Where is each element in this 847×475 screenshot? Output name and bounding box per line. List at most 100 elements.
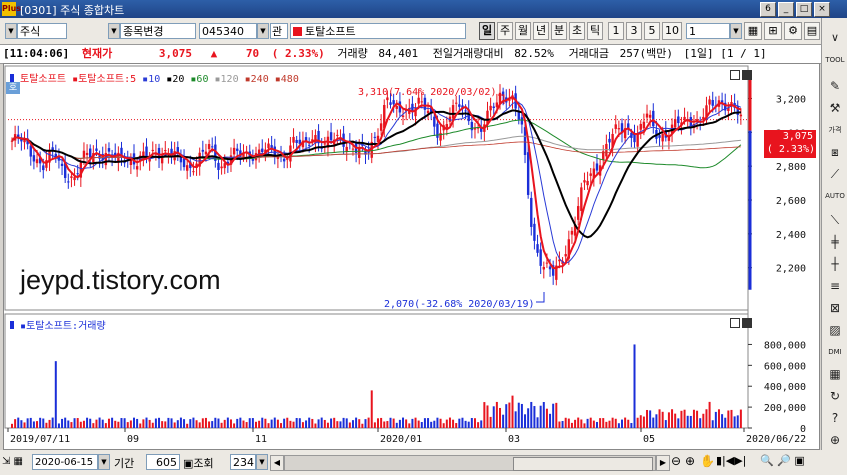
help-icon[interactable]: ? xyxy=(824,408,846,428)
view-dropdown-arrow[interactable]: ▼ xyxy=(256,454,268,470)
code-dropdown-arrow[interactable]: ▼ xyxy=(257,23,269,39)
maximize-button[interactable]: □ xyxy=(796,2,812,17)
dmi-icon[interactable]: DMI xyxy=(824,342,846,362)
candle-body xyxy=(395,106,398,109)
stock-name-field[interactable]: 토탈소프트 xyxy=(290,23,466,39)
volume-panel-minimize-icon[interactable] xyxy=(730,318,740,328)
period-year-button[interactable]: 년 xyxy=(533,22,549,40)
period-minute-button[interactable]: 분 xyxy=(551,22,567,40)
volume-bar xyxy=(183,419,186,428)
date-input[interactable]: 2020-06-15 xyxy=(32,454,98,470)
candle-body xyxy=(201,149,205,152)
chart-frame[interactable]: 3,2003,0002,8002,6002,4002,200800,000600… xyxy=(3,63,820,450)
volume-bar xyxy=(192,417,195,428)
volume-bar xyxy=(377,418,379,428)
count-input[interactable]: 1 xyxy=(686,23,730,39)
vertical-line-icon[interactable]: ┼ xyxy=(824,254,846,274)
x-axis-label: 03 xyxy=(508,434,520,445)
lock-icon[interactable]: ⊞ xyxy=(764,22,782,40)
zoom-out-icon[interactable]: ⊖ xyxy=(671,454,681,468)
fibonacci-icon[interactable]: ≡ xyxy=(824,276,846,296)
volume-bar xyxy=(577,417,580,428)
volume-tick-label: 200,000 xyxy=(764,403,806,414)
calendar-icon[interactable]: ⇲ ▦ xyxy=(2,454,30,470)
volume-bar xyxy=(439,418,442,428)
volume-bar xyxy=(208,421,211,428)
volume-bar xyxy=(248,418,251,428)
close-button[interactable]: × xyxy=(814,2,830,17)
number-1-button[interactable]: 1 xyxy=(608,22,624,40)
horizontal-line-icon[interactable]: ╪ xyxy=(824,232,846,252)
volume-bar xyxy=(639,415,642,428)
config-icon[interactable]: ▦ xyxy=(744,22,762,40)
wrench-icon[interactable]: ⚒ xyxy=(824,98,846,118)
count-dropdown-arrow[interactable]: ▼ xyxy=(730,23,742,39)
period-day-button[interactable]: 일 xyxy=(479,22,495,40)
period-tick-button[interactable]: 틱 xyxy=(587,22,603,40)
period-month-button[interactable]: 월 xyxy=(515,22,531,40)
volume-bar xyxy=(255,421,257,428)
candle-body xyxy=(135,166,139,170)
drawing-icon[interactable]: ⟋ xyxy=(824,164,846,184)
volume-bar xyxy=(730,409,733,428)
legend-ma5: ▪토탈소프트:5 xyxy=(72,74,137,85)
minimize-button[interactable]: _ xyxy=(778,2,794,17)
hand-icon[interactable]: ✋ xyxy=(700,454,715,468)
settings-gear-icon[interactable]: ⚙ xyxy=(784,22,802,40)
volume-bar xyxy=(736,415,739,428)
stock-code-input[interactable]: 045340 xyxy=(199,23,257,39)
period-week-button[interactable]: 주 xyxy=(497,22,513,40)
date-dropdown-arrow[interactable]: ▼ xyxy=(98,454,110,470)
chart-type-icon[interactable]: 호 xyxy=(6,82,20,94)
market-select[interactable]: 주식 xyxy=(17,23,67,39)
collapse-icon[interactable]: ∨ xyxy=(824,28,846,48)
quote-time: [11:04:06] xyxy=(3,47,70,60)
scroll-thumb[interactable] xyxy=(513,457,653,471)
candle-body xyxy=(185,165,189,171)
market-dropdown-arrow[interactable]: ▼ xyxy=(5,23,17,39)
number-3-button[interactable]: 3 xyxy=(626,22,642,40)
period-input[interactable]: 605 xyxy=(146,454,180,470)
magnifier-icons[interactable]: 🔍 🔎 ▣ xyxy=(760,454,805,467)
panel-minimize-icon[interactable] xyxy=(730,70,740,80)
box-icon[interactable]: ▨ xyxy=(824,320,846,340)
trend-line-icon[interactable]: ⟍ xyxy=(824,210,846,230)
volume-bar xyxy=(686,415,689,428)
candle-body xyxy=(492,106,495,108)
panel-close-icon[interactable] xyxy=(742,70,752,80)
grid-icon[interactable]: ▦ xyxy=(824,364,846,384)
number-10-button[interactable]: 10 xyxy=(662,22,682,40)
volume-bar xyxy=(402,417,405,428)
scroll-right-icon[interactable]: ▶ xyxy=(656,455,670,471)
window-number-button[interactable]: 6 xyxy=(760,2,776,17)
volume-bar xyxy=(11,423,13,428)
mode-select[interactable]: 종목변경 xyxy=(120,23,196,39)
relation-button[interactable]: 관 xyxy=(270,23,288,39)
period-second-button[interactable]: 초 xyxy=(569,22,585,40)
scroll-left-icon[interactable]: ◀ xyxy=(270,455,284,471)
zoom-icon[interactable]: ⊕ xyxy=(824,430,846,450)
view-count-input[interactable]: 234 xyxy=(230,454,256,470)
auto-icon[interactable]: AUTO xyxy=(824,186,846,206)
refresh-icon[interactable]: ↻ xyxy=(824,386,846,406)
pencil-icon[interactable]: ✎ xyxy=(824,76,846,96)
channel-icon[interactable]: ⊠ xyxy=(824,298,846,318)
ruler-icon[interactable]: ⧆ xyxy=(824,142,846,162)
price-legend: 토탈소프트 ▪토탈소프트:5 ▪10 ▪20 ▪60 ▪120 ▪240 ▪48… xyxy=(10,70,299,85)
chart-nav-icons[interactable]: ▮|◀▶| xyxy=(716,454,746,467)
volume-bar xyxy=(167,417,170,428)
price-tool-icon[interactable]: 가격 xyxy=(824,120,846,140)
volume-panel-close-icon[interactable] xyxy=(742,318,752,328)
volume-legend: ▪토탈소프트:거래량 xyxy=(10,317,106,332)
number-5-button[interactable]: 5 xyxy=(644,22,660,40)
zoom-in-icon[interactable]: ⊕ xyxy=(685,454,695,468)
volume-legend-label: 토탈소프트:거래량 xyxy=(26,321,106,332)
mode-dropdown-arrow[interactable]: ▼ xyxy=(108,23,120,39)
price-chart[interactable]: 3,2003,0002,8002,6002,4002,200800,000600… xyxy=(4,64,819,449)
print-icon[interactable]: ▤ xyxy=(804,22,820,40)
scroll-track[interactable] xyxy=(284,455,656,471)
volume-bar xyxy=(649,410,652,428)
tool-icon[interactable]: TOOL xyxy=(824,50,846,70)
legend-ma480: ▪480 xyxy=(274,74,299,85)
volume-bar xyxy=(392,418,395,428)
